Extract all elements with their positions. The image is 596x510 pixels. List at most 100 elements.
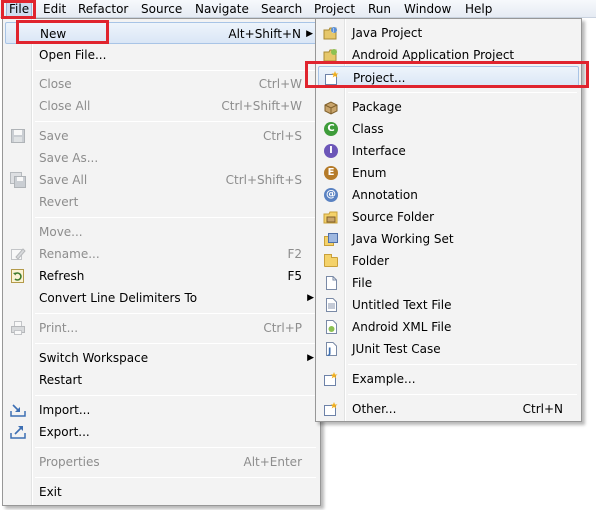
- menu-item-interface[interactable]: I Interface: [318, 140, 579, 162]
- menu-item-restart[interactable]: Restart: [5, 369, 318, 391]
- other-wizard-icon: [323, 401, 339, 417]
- rename-icon: [10, 246, 26, 262]
- menu-item-label: Source Folder: [352, 210, 435, 224]
- menu-item-java-project[interactable]: J Java Project: [318, 22, 579, 44]
- menu-run[interactable]: Run: [368, 1, 391, 17]
- export-icon: [10, 424, 26, 440]
- menu-item-java-working-set[interactable]: Java Working Set: [318, 228, 579, 250]
- menu-item-label: Untitled Text File: [352, 298, 452, 312]
- new-project-icon: [324, 70, 340, 86]
- menu-window[interactable]: Window: [404, 1, 451, 17]
- menu-item-label: Switch Workspace: [39, 351, 149, 365]
- menu-item-properties[interactable]: Properties Alt+Enter: [5, 451, 318, 473]
- save-all-icon: [10, 172, 26, 188]
- class-icon: C: [323, 121, 339, 137]
- menu-item-junit-test-case[interactable]: J JUnit Test Case: [318, 338, 579, 360]
- menu-help[interactable]: Help: [465, 1, 492, 17]
- file-icon: [323, 275, 339, 291]
- shortcut-label: Ctrl+N: [522, 402, 563, 416]
- menu-item-exit[interactable]: Exit: [5, 481, 318, 503]
- print-icon: [10, 320, 26, 336]
- menu-file[interactable]: File: [6, 1, 33, 17]
- menu-item-annotation[interactable]: @ Annotation: [318, 184, 579, 206]
- import-icon: [10, 402, 26, 418]
- shortcut-label: F2: [287, 247, 302, 261]
- menu-item-label: Folder: [352, 254, 390, 268]
- menu-item-label: Android XML File: [352, 320, 452, 334]
- separator: [348, 92, 577, 93]
- menu-item-rename[interactable]: Rename... F2: [5, 243, 318, 265]
- svg-text:J: J: [332, 28, 334, 34]
- menu-item-label: Android Application Project: [352, 48, 515, 62]
- menu-search[interactable]: Search: [261, 1, 302, 17]
- menu-item-new[interactable]: New Alt+Shift+N ▶: [5, 22, 318, 44]
- separator: [35, 343, 316, 344]
- menu-item-save-all[interactable]: Save All Ctrl+Shift+S: [5, 169, 318, 191]
- menu-item-label: Interface: [352, 144, 406, 158]
- menu-item-label: Save All: [39, 173, 88, 187]
- separator: [348, 394, 577, 395]
- shortcut-label: F5: [287, 269, 302, 283]
- enum-icon: E: [323, 165, 339, 181]
- menu-item-label: Other...: [352, 402, 397, 416]
- shortcut-label: Ctrl+Shift+W: [221, 99, 302, 113]
- java-project-icon: J: [323, 25, 339, 41]
- menu-item-open-file[interactable]: Open File...: [5, 44, 318, 66]
- separator: [35, 395, 316, 396]
- menu-item-enum[interactable]: E Enum: [318, 162, 579, 184]
- submenu-arrow-icon: ▶: [307, 353, 314, 363]
- shortcut-label: Alt+Shift+N: [228, 27, 301, 41]
- separator: [35, 313, 316, 314]
- new-submenu: J Java Project Android Application Proje…: [315, 18, 582, 422]
- submenu-arrow-icon: ▶: [307, 293, 314, 303]
- menu-item-switch-workspace[interactable]: Switch Workspace ▶: [5, 347, 318, 369]
- menu-item-class[interactable]: C Class: [318, 118, 579, 140]
- menu-item-revert[interactable]: Revert: [5, 191, 318, 213]
- menu-item-move[interactable]: Move...: [5, 221, 318, 243]
- menu-item-label: File: [352, 276, 373, 290]
- menu-item-label: Save: [39, 129, 69, 143]
- separator: [348, 364, 577, 365]
- text-file-icon: [323, 297, 339, 313]
- menu-item-android-application-project[interactable]: Android Application Project: [318, 44, 579, 66]
- example-icon: [323, 371, 339, 387]
- menu-item-source-folder[interactable]: Source Folder: [318, 206, 579, 228]
- save-icon: [10, 128, 26, 144]
- menu-item-close-all[interactable]: Close All Ctrl+Shift+W: [5, 95, 318, 117]
- menu-item-convert-line-delimiters[interactable]: Convert Line Delimiters To ▶: [5, 287, 318, 309]
- menu-refactor[interactable]: Refactor: [78, 1, 128, 17]
- menu-item-label: Print...: [39, 321, 79, 335]
- menu-item-android-xml-file[interactable]: Android XML File: [318, 316, 579, 338]
- file-menu: New Alt+Shift+N ▶ Open File... Close Ctr…: [2, 18, 321, 506]
- menu-navigate[interactable]: Navigate: [195, 1, 249, 17]
- menu-item-close[interactable]: Close Ctrl+W: [5, 73, 318, 95]
- menu-item-save-as[interactable]: Save As...: [5, 147, 318, 169]
- menu-item-package[interactable]: Package: [318, 96, 579, 118]
- menu-item-other[interactable]: Other... Ctrl+N: [318, 398, 579, 420]
- menu-item-file[interactable]: File: [318, 272, 579, 294]
- menu-source[interactable]: Source: [141, 1, 182, 17]
- menu-item-untitled-text-file[interactable]: Untitled Text File: [318, 294, 579, 316]
- menu-item-save[interactable]: Save Ctrl+S: [5, 125, 318, 147]
- menu-item-print[interactable]: Print... Ctrl+P: [5, 317, 318, 339]
- eclipse-window: File Edit Refactor Source Navigate Searc…: [0, 0, 596, 510]
- menu-item-export[interactable]: Export...: [5, 421, 318, 443]
- menu-item-label: Open File...: [39, 48, 107, 62]
- menu-item-example[interactable]: Example...: [318, 368, 579, 390]
- menu-item-import[interactable]: Import...: [5, 399, 318, 421]
- android-project-icon: [323, 47, 339, 63]
- shortcut-label: Ctrl+W: [258, 77, 302, 91]
- working-set-icon: [323, 231, 339, 247]
- menu-project[interactable]: Project: [314, 1, 355, 17]
- menu-edit[interactable]: Edit: [43, 1, 66, 17]
- menu-item-project[interactable]: Project...: [318, 66, 579, 88]
- menu-item-label: Class: [352, 122, 384, 136]
- menu-item-label: JUnit Test Case: [352, 342, 441, 356]
- shortcut-label: Ctrl+Shift+S: [225, 173, 302, 187]
- menu-item-label: Enum: [352, 166, 387, 180]
- menu-item-label: Revert: [39, 195, 79, 209]
- refresh-icon: [10, 268, 26, 284]
- android-xml-icon: [323, 319, 339, 335]
- menu-item-folder[interactable]: Folder: [318, 250, 579, 272]
- menu-item-refresh[interactable]: Refresh F5: [5, 265, 318, 287]
